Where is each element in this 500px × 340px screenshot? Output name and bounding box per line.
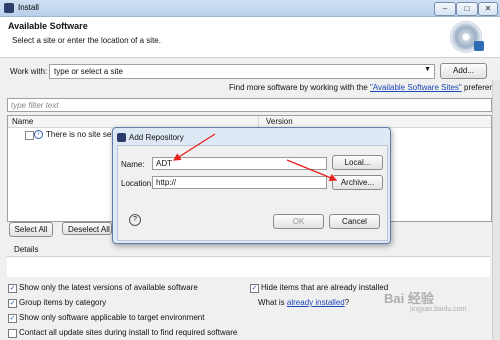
dialog-body: Name: ADT Local... Location: http:// Arc… (117, 145, 388, 241)
watermark-text: Bai 经验 (384, 291, 434, 306)
option-group-items-label: Group items by category (19, 298, 107, 307)
find-more-text: Find more software by working with the "… (229, 83, 500, 92)
location-input[interactable]: http:// (152, 176, 327, 189)
watermark-subtext: jingyan.baidu.com (410, 306, 467, 313)
cancel-button[interactable]: Cancel (329, 214, 380, 229)
details-label: Details (14, 245, 39, 254)
eclipse-app-icon (4, 3, 14, 13)
what-is-suffix: ? (344, 298, 350, 307)
option-target-env-label: Show only software applicable to target … (19, 313, 205, 322)
minimize-button[interactable]: – (434, 2, 456, 16)
filter-input[interactable]: type filter text (7, 98, 492, 112)
name-input[interactable]: ADT (152, 157, 327, 170)
what-is-prefix: What is (258, 298, 287, 307)
checkbox-contact-sites[interactable] (8, 329, 17, 338)
location-input-value: http:// (156, 178, 177, 187)
chevron-down-icon[interactable]: ▼ (424, 66, 431, 73)
checkbox-group-items[interactable]: ✓ (8, 299, 17, 308)
wizard-header: Available Software Select a site or ente… (0, 17, 500, 58)
deselect-all-button[interactable]: Deselect All (62, 222, 112, 235)
add-button[interactable]: Add... (440, 63, 487, 79)
column-name[interactable]: Name (12, 117, 33, 126)
row-checkbox[interactable] (25, 131, 34, 140)
local-button[interactable]: Local... (332, 155, 383, 170)
info-icon: i (34, 130, 43, 139)
close-button[interactable]: ✕ (478, 2, 498, 16)
checkbox-hide-installed[interactable]: ✓ (250, 284, 259, 293)
dialog-app-icon (117, 133, 126, 142)
already-installed-link[interactable]: already installed (287, 298, 345, 307)
maximize-button[interactable]: □ (456, 2, 478, 16)
location-label: Location: (121, 179, 154, 188)
checkbox-latest-versions[interactable]: ✓ (8, 284, 17, 293)
window-title-bar: Install – □ ✕ (0, 0, 500, 17)
row-name: There is no site selec (46, 130, 122, 139)
option-latest-versions-label: Show only the latest versions of availab… (19, 283, 198, 292)
name-label: Name: (121, 160, 145, 169)
option-contact-sites-label: Contact all update sites during install … (19, 328, 238, 337)
column-separator (258, 116, 259, 127)
add-repository-dialog: Add Repository Name: ADT Local... Locati… (112, 127, 391, 244)
column-version[interactable]: Version (266, 117, 293, 126)
work-with-combo[interactable]: type or select a site ▼ (49, 64, 435, 79)
page-title: Available Software (8, 21, 88, 31)
archive-button[interactable]: Archive... (332, 175, 383, 190)
work-with-label: Work with: (10, 67, 48, 76)
name-input-value: ADT (156, 159, 172, 168)
dialog-title: Add Repository (129, 133, 184, 142)
details-panel (7, 256, 490, 277)
filter-placeholder: type filter text (11, 101, 59, 110)
option-hide-installed-label: Hide items that are already installed (261, 283, 389, 292)
select-all-button[interactable]: Select All (9, 222, 53, 237)
work-with-value: type or select a site (54, 67, 123, 76)
checkbox-target-env[interactable]: ✓ (8, 314, 17, 323)
right-scrollbar[interactable] (492, 80, 500, 340)
ok-button[interactable]: OK (273, 214, 324, 229)
what-is-installed-text: What is already installed? (258, 298, 349, 307)
find-more-prefix: Find more software by working with the (229, 83, 370, 92)
install-cd-icon (450, 21, 484, 53)
help-icon[interactable]: ? (129, 214, 141, 226)
window-title: Install (18, 3, 39, 12)
available-software-sites-link[interactable]: "Available Software Sites" (370, 83, 462, 92)
page-subtitle: Select a site or enter the location of a… (12, 36, 161, 45)
